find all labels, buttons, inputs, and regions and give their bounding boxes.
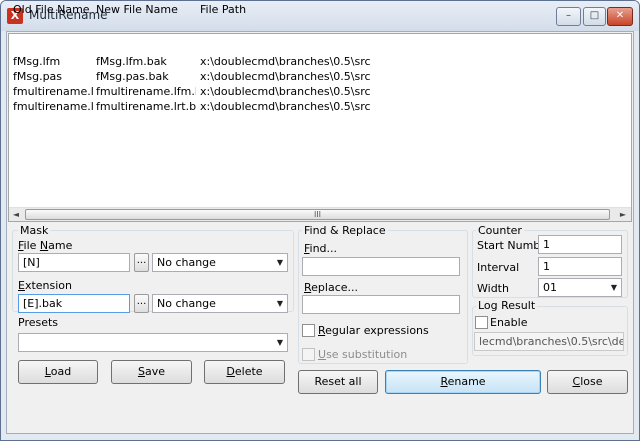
column-file-path[interactable]: File Path (196, 1, 396, 19)
row-2-path[interactable]: x:\doublecmd\branches\0.5\src (196, 69, 396, 84)
row-3-old-name[interactable]: fmultirename.lfm (9, 84, 93, 99)
rename-button[interactable]: Rename (385, 370, 541, 394)
row-4-new-name[interactable]: fmultirename.lrt.bak (92, 99, 196, 114)
row-3-path[interactable]: x:\doublecmd\branches\0.5\src (196, 84, 396, 99)
close-button[interactable]: Close (547, 370, 628, 394)
scroll-right-icon[interactable]: ► (616, 209, 630, 221)
column-old-file-name[interactable]: Old File Name (9, 1, 91, 19)
extension-label: Extension (18, 279, 73, 292)
load-preset-button[interactable]: Load (18, 360, 98, 384)
replace-label: Replace... (304, 281, 359, 294)
file-name-label: File Name (18, 239, 73, 252)
column-new-file-name[interactable]: New File Name (92, 1, 195, 19)
scroll-left-icon[interactable]: ◄ (9, 209, 23, 221)
find-label: Find... (304, 242, 338, 255)
file-name-case-combo[interactable]: No change ▼ (152, 253, 288, 272)
row-1-path[interactable]: x:\doublecmd\branches\0.5\src (196, 54, 396, 69)
chevron-down-icon: ▼ (276, 258, 283, 267)
row-4-path[interactable]: x:\doublecmd\branches\0.5\src (196, 99, 396, 114)
row-2-new-name[interactable]: fMsg.pas.bak (92, 69, 196, 84)
log-result-legend: Log Result (476, 299, 538, 312)
chevron-down-icon: ▼ (276, 338, 283, 347)
row-4-old-name[interactable]: fmultirename.lrt (9, 99, 93, 114)
row-3-new-name[interactable]: fmultirename.lfm.bak (92, 84, 196, 99)
interval-input[interactable]: 1 (538, 257, 622, 276)
chevron-down-icon: ▼ (610, 283, 617, 292)
counter-legend: Counter (476, 224, 524, 237)
start-number-input[interactable]: 1 (538, 235, 622, 254)
reset-all-button[interactable]: Reset all (298, 370, 378, 394)
width-combo[interactable]: 01 ▼ (538, 278, 622, 297)
row-2-old-name[interactable]: fMsg.pas (9, 69, 93, 84)
find-input[interactable] (302, 257, 460, 276)
scroll-thumb[interactable]: III (25, 209, 610, 220)
extension-mask-input[interactable]: [E].bak (18, 294, 130, 313)
extension-mask-menu-button[interactable]: ... (134, 294, 149, 313)
horizontal-scrollbar[interactable]: ◄ III ► (9, 207, 631, 221)
close-window-button[interactable]: ✕ (607, 7, 633, 26)
mask-legend: Mask (18, 224, 51, 237)
regex-checkbox[interactable] (302, 324, 315, 337)
file-name-mask-menu-button[interactable]: ... (134, 253, 149, 272)
find-replace-legend: Find & Replace (302, 224, 388, 237)
log-file-path-input[interactable]: lecmd\branches\0.5\src\default. (474, 332, 624, 351)
substitution-label[interactable]: Use substitution (318, 348, 407, 361)
save-preset-button[interactable]: Save (111, 360, 192, 384)
substitution-checkbox[interactable] (302, 348, 315, 361)
row-1-new-name[interactable]: fMsg.lfm.bak (92, 54, 196, 69)
replace-input[interactable] (302, 295, 460, 314)
chevron-down-icon: ▼ (276, 299, 283, 308)
log-enable-checkbox[interactable] (475, 316, 488, 329)
row-1-old-name[interactable]: fMsg.lfm (9, 54, 93, 69)
presets-combo[interactable]: ▼ (18, 333, 288, 352)
width-label: Width (477, 282, 509, 295)
minimize-button[interactable]: – (556, 7, 581, 26)
maximize-button[interactable]: □ (583, 7, 606, 26)
log-enable-label[interactable]: Enable (490, 316, 527, 329)
extension-case-combo[interactable]: No change ▼ (152, 294, 288, 313)
regex-label[interactable]: Regular expressions (318, 324, 429, 337)
delete-preset-button[interactable]: Delete (204, 360, 285, 384)
interval-label: Interval (477, 261, 520, 274)
file-name-mask-input[interactable]: [N] (18, 253, 130, 272)
presets-label: Presets (18, 316, 59, 329)
